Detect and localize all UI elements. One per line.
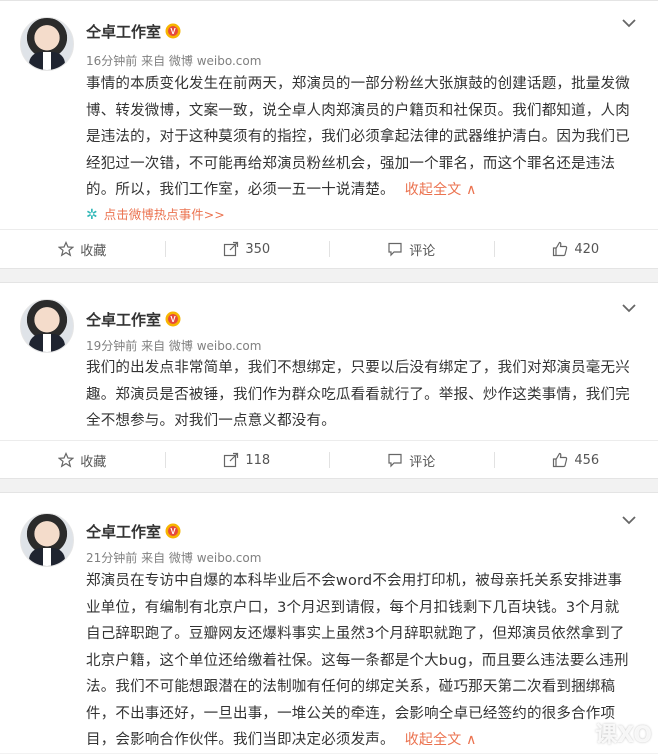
weibo-post: 仝卓工作室V 21分钟前 来自 微博 weibo.com 郑演员在专访中自爆的本… (0, 492, 658, 753)
comment-icon (387, 241, 403, 257)
share-icon (223, 452, 239, 468)
post-content: 我们的出发点非常简单，我们不想绑定，只要以后没有绑定了，我们对郑演员毫无兴趣。郑… (86, 355, 634, 435)
svg-text:V: V (170, 27, 176, 36)
post-meta: 19分钟前 来自 微博 weibo.com (86, 337, 261, 354)
svg-text:V: V (170, 315, 176, 324)
collapse-link[interactable]: 收起全文 ∧ (405, 182, 477, 198)
author-name[interactable]: 仝卓工作室V (86, 21, 181, 42)
favorite-button[interactable]: 收藏 (0, 441, 165, 479)
thumbs-up-icon (552, 241, 568, 257)
comment-button[interactable]: 评论 (329, 441, 494, 479)
star-icon (58, 452, 74, 468)
chevron-down-icon[interactable] (622, 515, 636, 525)
weibo-post: 仝卓工作室V 16分钟前 来自 微博 weibo.com 事情的本质变化发生在前… (0, 0, 658, 269)
collapse-link[interactable]: 收起全文 ∧ (405, 732, 477, 748)
favorite-button[interactable]: 收藏 (0, 230, 165, 268)
star-icon (58, 241, 74, 257)
author-name[interactable]: 仝卓工作室V (86, 309, 181, 330)
avatar[interactable] (20, 17, 74, 71)
post-meta: 21分钟前 来自 微博 weibo.com (86, 549, 261, 566)
hot-event-link[interactable]: ✲点击微博热点事件>> (86, 204, 225, 223)
vip-badge-icon: V (165, 311, 181, 327)
vip-badge-icon: V (165, 523, 181, 539)
post-content: 事情的本质变化发生在前两天，郑演员的一部分粉丝大张旗鼓的创建话题，批量发微博、转… (86, 71, 634, 204)
chevron-down-icon[interactable] (622, 18, 636, 28)
action-bar: 收藏 350 评论 420 (0, 229, 658, 268)
thumbs-up-icon (552, 452, 568, 468)
post-meta: 16分钟前 来自 微博 weibo.com (86, 52, 261, 69)
avatar[interactable] (20, 299, 74, 353)
like-button[interactable]: 456 (494, 441, 658, 479)
comment-button[interactable]: 评论 (329, 230, 494, 268)
weibo-post: 仝卓工作室V 19分钟前 来自 微博 weibo.com 我们的出发点非常简单，… (0, 282, 658, 479)
vip-badge-icon: V (165, 23, 181, 39)
repost-button[interactable]: 118 (165, 441, 330, 479)
share-icon (223, 241, 239, 257)
action-bar: 收藏 118 评论 456 (0, 440, 658, 479)
post-content: 郑演员在专访中自爆的本科毕业后不会word不会用打印机，被母亲托关系安排进事业单… (86, 568, 634, 754)
comment-icon (387, 452, 403, 468)
watermark: 课XO (595, 717, 652, 749)
author-name[interactable]: 仝卓工作室V (86, 521, 181, 542)
chevron-down-icon[interactable] (622, 303, 636, 313)
repost-button[interactable]: 350 (165, 230, 330, 268)
like-button[interactable]: 420 (494, 230, 658, 268)
hot-event-icon: ✲ (86, 207, 98, 223)
svg-text:V: V (170, 527, 176, 536)
avatar[interactable] (20, 513, 74, 567)
